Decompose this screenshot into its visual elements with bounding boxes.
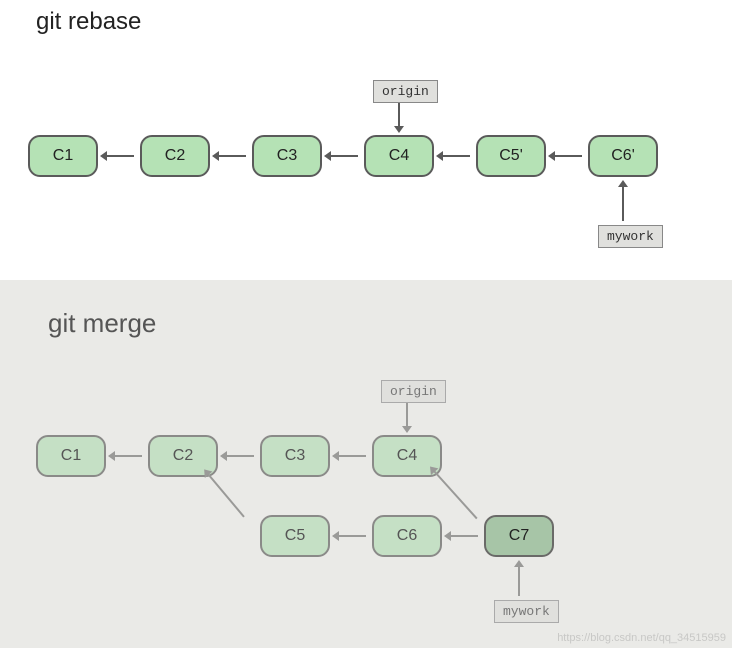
commit-c1: C1 <box>36 435 106 477</box>
commit-label: C5 <box>285 527 305 545</box>
arrow-mywork-c6p <box>622 186 624 221</box>
arrow-c4-c3 <box>338 455 366 457</box>
commit-label: C1 <box>53 147 73 165</box>
arrow-c6p-c5p <box>554 155 582 157</box>
arrow-c3-c2 <box>226 455 254 457</box>
commit-c6: C6 <box>372 515 442 557</box>
commit-label: C3 <box>285 447 305 465</box>
merge-diagram: git merge C1 C2 C3 C4 C5 C6 C7 origin my… <box>0 280 732 648</box>
arrow-c2-c1 <box>106 155 134 157</box>
commit-c4: C4 <box>364 135 434 177</box>
arrow-origin-c4 <box>398 103 400 127</box>
arrow-c3-c2 <box>218 155 246 157</box>
mywork-tag: mywork <box>494 600 559 623</box>
commit-label: C4 <box>397 447 417 465</box>
commit-label: C2 <box>173 447 193 465</box>
commit-c1: C1 <box>28 135 98 177</box>
commit-label: C6' <box>611 147 635 165</box>
watermark: https://blog.csdn.net/qq_34515959 <box>557 632 726 644</box>
origin-tag: origin <box>373 80 438 103</box>
arrow-c5-c2 <box>207 473 245 517</box>
arrow-origin-c4 <box>406 403 408 427</box>
commit-c6p: C6' <box>588 135 658 177</box>
commit-label: C2 <box>165 147 185 165</box>
commit-c5: C5 <box>260 515 330 557</box>
commit-label: C7 <box>509 527 529 545</box>
rebase-diagram: git rebase C1 C2 C3 C4 C5' C6' origin my… <box>0 0 732 280</box>
commit-c2: C2 <box>140 135 210 177</box>
tag-label: mywork <box>503 604 550 619</box>
arrow-mywork-c7 <box>518 566 520 596</box>
commit-c3: C3 <box>260 435 330 477</box>
merge-title: git merge <box>48 308 156 339</box>
commit-c5p: C5' <box>476 135 546 177</box>
commit-label: C5' <box>499 147 523 165</box>
arrow-c2-c1 <box>114 455 142 457</box>
tag-label: origin <box>390 384 437 399</box>
tag-label: origin <box>382 84 429 99</box>
arrow-c4-c3 <box>330 155 358 157</box>
mywork-tag: mywork <box>598 225 663 248</box>
arrow-c5p-c4 <box>442 155 470 157</box>
rebase-title: git rebase <box>36 8 141 36</box>
tag-label: mywork <box>607 229 654 244</box>
commit-label: C1 <box>61 447 81 465</box>
arrow-c7-c6 <box>450 535 478 537</box>
commit-c3: C3 <box>252 135 322 177</box>
commit-label: C3 <box>277 147 297 165</box>
arrow-c6-c5 <box>338 535 366 537</box>
commit-label: C4 <box>389 147 409 165</box>
commit-label: C6 <box>397 527 417 545</box>
arrow-c7-c4 <box>433 470 477 519</box>
commit-c7-merge: C7 <box>484 515 554 557</box>
origin-tag: origin <box>381 380 446 403</box>
